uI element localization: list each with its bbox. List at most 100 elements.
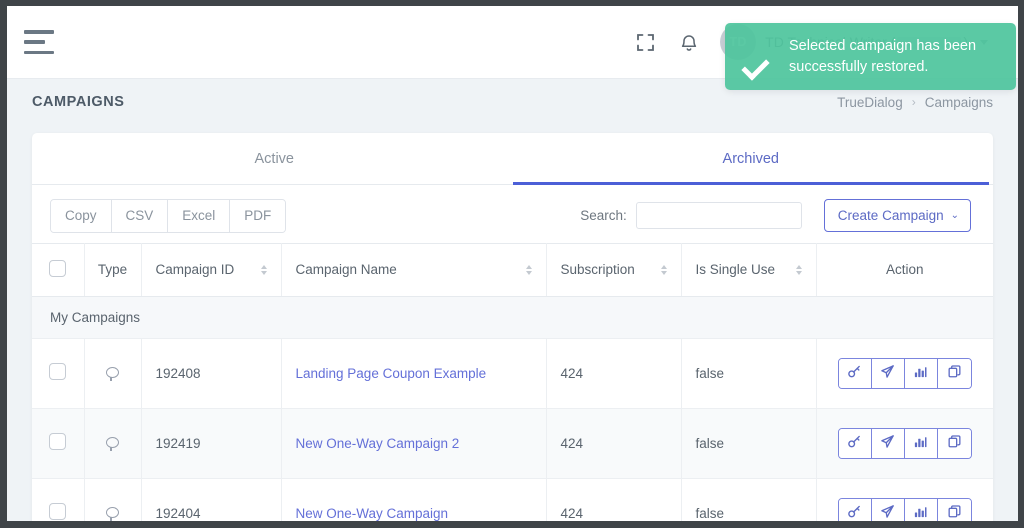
fullscreen-expand-icon[interactable]: [632, 29, 658, 55]
row-is-single-use: false: [681, 408, 817, 479]
table-toolbar: Copy CSV Excel PDF Search: Create Campai…: [32, 185, 993, 243]
campaign-name-link[interactable]: New One-Way Campaign: [296, 506, 449, 521]
chat-bubble-icon: [106, 366, 119, 381]
column-header-subscription-label: Subscription: [560, 262, 635, 278]
table-header: Type Campaign ID Campaign Name Subscript…: [32, 242, 993, 297]
row-subscription: 424: [546, 338, 682, 409]
bar-chart-icon: [913, 434, 928, 452]
row-select-cell: [32, 338, 85, 409]
duplicate-action[interactable]: [937, 358, 971, 388]
column-header-is-single-use-label: Is Single Use: [695, 262, 776, 278]
table-body: My Campaigns 192408 Landing Page Coupon Ex…: [32, 296, 993, 521]
hamburger-bar-top: [24, 30, 54, 34]
row-action-group: [837, 497, 972, 521]
bell-icon[interactable]: [676, 29, 702, 55]
export-button-group: Copy CSV Excel PDF: [50, 199, 287, 233]
table-row: 192404 New One-Way Campaign 424 false: [32, 478, 993, 521]
create-campaign-button[interactable]: Create Campaign ⌄: [823, 199, 971, 233]
row-checkbox[interactable]: [49, 363, 67, 381]
column-header-type-label: Type: [97, 262, 128, 278]
toolbar-right-group: Search: Create Campaign ⌄: [580, 199, 971, 233]
page-title: CAMPAIGNS: [32, 94, 125, 110]
row-checkbox[interactable]: [49, 433, 67, 451]
chat-bubble-icon: [106, 506, 119, 521]
toast-notification[interactable]: Selected campaign has been successfully …: [725, 23, 1016, 90]
breadcrumb-root[interactable]: TrueDialog: [837, 95, 903, 110]
tab-active[interactable]: Active: [36, 133, 513, 185]
csv-button[interactable]: CSV: [111, 200, 169, 232]
campaign-name-link[interactable]: Landing Page Coupon Example: [296, 366, 487, 381]
checkmark-icon: [743, 40, 777, 74]
row-campaign-id: 192408: [141, 338, 282, 409]
sort-icon-campaign-name[interactable]: [525, 264, 532, 275]
table-row: 192408 Landing Page Coupon Example 424 fals…: [32, 338, 993, 409]
search-input[interactable]: [635, 202, 802, 230]
column-header-campaign-name[interactable]: Campaign Name: [281, 242, 547, 297]
chat-bubble-icon: [106, 436, 119, 451]
sort-icon-campaign-id[interactable]: [260, 264, 267, 275]
column-header-subscription[interactable]: Subscription: [546, 242, 682, 297]
send-action[interactable]: [871, 498, 905, 521]
key-icon: [847, 504, 862, 521]
hamburger-menu-icon[interactable]: [24, 30, 54, 54]
row-campaign-name-cell: Landing Page Coupon Example: [281, 338, 547, 409]
column-header-is-single-use[interactable]: Is Single Use: [681, 242, 817, 297]
row-action-cell: [816, 408, 993, 479]
hamburger-bar-bottom: [24, 50, 54, 54]
excel-button[interactable]: Excel: [168, 200, 231, 232]
row-select-cell: [32, 478, 85, 521]
keywords-action[interactable]: [838, 428, 872, 458]
breadcrumb: TrueDialog › Campaigns: [837, 95, 993, 110]
duplicate-action[interactable]: [937, 498, 971, 521]
column-header-select-all: [32, 242, 85, 297]
table-group-label: My Campaigns: [32, 296, 993, 339]
reports-action[interactable]: [904, 358, 938, 388]
chevron-down-icon: ⌄: [950, 209, 959, 221]
send-action[interactable]: [871, 428, 905, 458]
breadcrumb-separator-icon: ›: [911, 95, 916, 109]
pdf-button[interactable]: PDF: [230, 200, 286, 232]
table-header-row: Type Campaign ID Campaign Name Subscript…: [32, 242, 993, 297]
paper-plane-icon: [880, 434, 895, 452]
row-action-cell: [816, 338, 993, 409]
keywords-action[interactable]: [838, 358, 872, 388]
table-row: 192419 New One-Way Campaign 2 424 false: [32, 408, 993, 479]
toast-message: Selected campaign has been successfully …: [789, 37, 977, 75]
copy-button[interactable]: Copy: [51, 200, 112, 232]
reports-action[interactable]: [904, 428, 938, 458]
row-is-single-use: false: [681, 338, 817, 409]
paper-plane-icon: [880, 504, 895, 521]
row-type-cell: [84, 478, 142, 521]
column-header-campaign-id-label: Campaign ID: [155, 262, 235, 278]
copy-icon: [947, 504, 962, 521]
row-action-group: [837, 357, 972, 389]
tab-archived[interactable]: Archived: [512, 133, 989, 185]
paper-plane-icon: [880, 364, 895, 382]
column-header-action-label: Action: [885, 262, 924, 278]
key-icon: [847, 434, 862, 452]
app-viewport: TD TD Technical Writer () Selected campa…: [7, 6, 1018, 521]
reports-action[interactable]: [904, 498, 938, 521]
sort-icon-subscription[interactable]: [660, 264, 667, 275]
column-header-campaign-id[interactable]: Campaign ID: [141, 242, 282, 297]
sort-icon-is-single-use[interactable]: [795, 264, 802, 275]
tab-bar: Active Archived: [32, 133, 993, 185]
select-all-checkbox[interactable]: [49, 259, 67, 277]
hamburger-bar-middle: [24, 40, 45, 44]
table-group-row: My Campaigns: [32, 296, 993, 339]
campaign-name-link[interactable]: New One-Way Campaign 2: [296, 436, 460, 451]
row-is-single-use: false: [681, 478, 817, 521]
duplicate-action[interactable]: [937, 428, 971, 458]
keywords-action[interactable]: [838, 498, 872, 521]
row-type-cell: [84, 408, 142, 479]
bar-chart-icon: [913, 504, 928, 521]
campaigns-card: Active Archived Copy CSV Excel PDF Searc…: [32, 133, 993, 521]
send-action[interactable]: [871, 358, 905, 388]
row-select-cell: [32, 408, 85, 479]
row-type-cell: [84, 338, 142, 409]
copy-icon: [947, 434, 962, 452]
column-header-type: Type: [84, 242, 142, 297]
row-campaign-id: 192419: [141, 408, 282, 479]
row-checkbox[interactable]: [49, 503, 67, 521]
row-campaign-name-cell: New One-Way Campaign 2: [281, 408, 547, 479]
